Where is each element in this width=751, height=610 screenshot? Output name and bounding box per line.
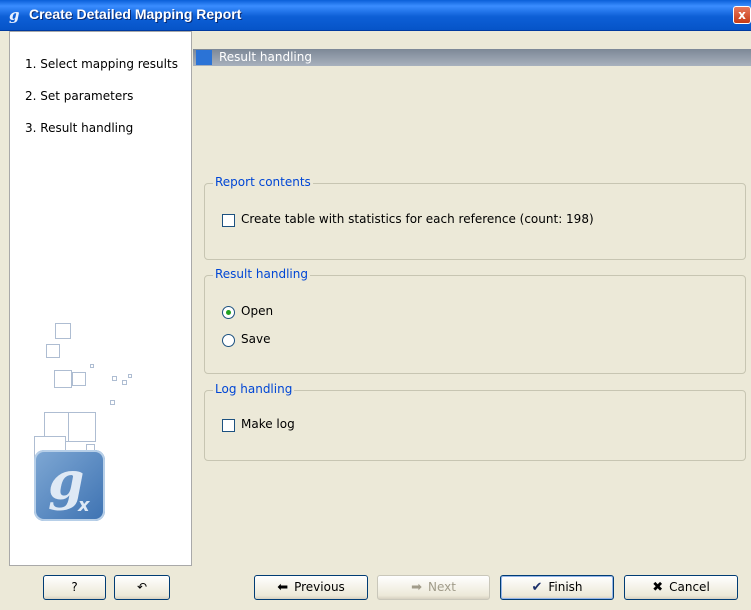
step-result-handling: 3. Result handling [25, 121, 134, 135]
log-handling-title: Log handling [213, 382, 295, 396]
log-handling-group: Log handling Make log [204, 382, 746, 461]
statistics-table-label: Create table with statistics for each re… [241, 212, 594, 226]
finish-button[interactable]: ✔ Finish [500, 575, 614, 600]
next-label: Next [427, 580, 456, 594]
cancel-label: Cancel [669, 580, 710, 594]
x-icon: ✖ [652, 580, 664, 595]
wizard-steps-panel: 1. Select mapping results 2. Set paramet… [9, 31, 192, 566]
logo-subscript: x [78, 495, 90, 516]
header-marker [196, 50, 212, 65]
section-header: Result handling [193, 49, 751, 66]
previous-label: Previous [294, 580, 345, 594]
reset-icon: ↶ [136, 580, 148, 594]
title-bar: g Create Detailed Mapping Report x [0, 0, 751, 31]
wizard-content: Result handling Report contents Create t… [193, 31, 751, 566]
result-handling-group: Result handling Open Save [204, 267, 746, 374]
selected-dot [226, 310, 231, 315]
cancel-button[interactable]: ✖ Cancel [624, 575, 738, 600]
make-log-label: Make log [241, 417, 295, 431]
step-select-mapping-results: 1. Select mapping results [25, 57, 178, 71]
checkmark-icon: ✔ [531, 580, 543, 595]
logo: g x [34, 450, 105, 521]
reset-button[interactable]: ↶ [114, 575, 170, 600]
close-icon: x [738, 8, 746, 22]
open-radio[interactable] [222, 306, 235, 319]
make-log-checkbox[interactable] [222, 419, 235, 432]
finish-label: Finish [548, 580, 583, 594]
statistics-table-checkbox[interactable] [222, 214, 235, 227]
help-label: ? [71, 580, 78, 594]
save-radio[interactable] [222, 334, 235, 347]
section-title: Result handling [219, 50, 312, 64]
report-contents-title: Report contents [213, 175, 313, 189]
next-button[interactable]: ➡ Next [377, 575, 490, 600]
arrow-right-icon: ➡ [411, 580, 422, 595]
previous-button[interactable]: ⬅ Previous [254, 575, 368, 600]
dialog-body: 1. Select mapping results 2. Set paramet… [0, 31, 751, 610]
save-label: Save [241, 332, 271, 346]
help-button[interactable]: ? [43, 575, 106, 600]
report-contents-group: Report contents Create table with statis… [204, 175, 746, 260]
open-label: Open [241, 304, 274, 318]
app-icon: g [9, 6, 20, 24]
close-button[interactable]: x [733, 6, 751, 24]
step-set-parameters: 2. Set parameters [25, 89, 134, 103]
arrow-left-icon: ⬅ [277, 580, 289, 595]
window-title: Create Detailed Mapping Report [29, 6, 242, 22]
result-handling-title: Result handling [213, 267, 310, 281]
